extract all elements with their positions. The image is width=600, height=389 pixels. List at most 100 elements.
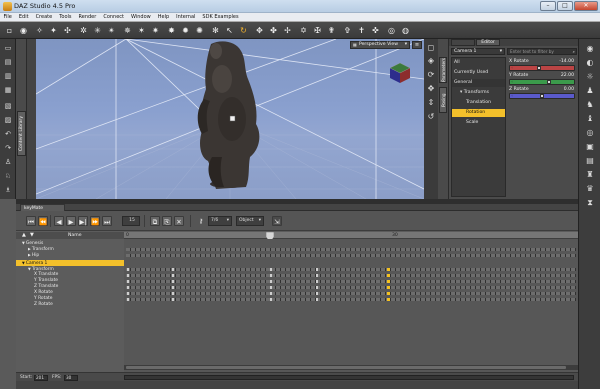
lock-icon[interactable]: ◦	[511, 79, 513, 84]
pin-tool-icon[interactable]: ✟	[326, 25, 337, 36]
lights-icon[interactable]: ☼	[584, 71, 596, 82]
param-slider[interactable]: ◦	[509, 79, 575, 85]
rotate-tool-icon[interactable]: ↻	[238, 25, 249, 36]
menu-internal[interactable]: Internal	[173, 13, 199, 21]
keyframe[interactable]	[172, 268, 174, 271]
geometry-editor-icon[interactable]: ✵	[122, 25, 133, 36]
node-weight-icon[interactable]: ✝	[356, 25, 367, 36]
track-row-camera-y-rotate[interactable]	[126, 292, 576, 295]
selected-keyframe[interactable]	[387, 280, 390, 283]
undo-icon[interactable]: ↶	[2, 129, 14, 140]
scene-icon[interactable]: ▣	[584, 141, 596, 152]
track-row-camera-z-translate[interactable]	[126, 280, 576, 283]
editor-tab[interactable]: Editor	[476, 39, 500, 46]
slider-knob[interactable]	[547, 80, 552, 84]
keyframe[interactable]	[172, 274, 174, 277]
keyframe[interactable]	[172, 280, 174, 283]
minimize-button[interactable]: –	[540, 1, 556, 11]
go-to-start-icon[interactable]: ⏮	[26, 216, 36, 226]
redo-icon[interactable]: ↷	[2, 143, 14, 154]
viewport[interactable]: ▦ Perspective View ▾ ≡	[36, 39, 424, 199]
dopesheet-tracks[interactable]	[124, 239, 578, 372]
keyframe[interactable]	[127, 286, 129, 289]
primitive-icon[interactable]: ♘	[2, 171, 14, 182]
selection-handle[interactable]	[229, 115, 236, 122]
menu-render[interactable]: Render	[75, 13, 100, 21]
content-library-tab[interactable]: Content Library	[17, 111, 26, 156]
keyframe[interactable]	[270, 286, 272, 289]
surfaces-icon[interactable]: ◐	[584, 57, 596, 68]
keymate-tab[interactable]: keyMate	[20, 204, 65, 211]
parameters-tab[interactable]: Parameters	[439, 57, 447, 83]
view-cube[interactable]	[388, 61, 412, 85]
category-item[interactable]: General	[452, 79, 505, 87]
delete-key-icon[interactable]: ✕	[174, 216, 184, 226]
joint-editor-icon[interactable]: ✣	[62, 25, 73, 36]
selected-keyframe[interactable]	[387, 274, 390, 277]
new-file-icon[interactable]: ▭	[2, 43, 14, 54]
keyframe[interactable]	[270, 280, 272, 283]
keyframe[interactable]	[270, 268, 272, 271]
expand-down-icon[interactable]: ▼	[30, 232, 34, 238]
camera-tool-icon[interactable]: ✻	[210, 25, 221, 36]
properties-icon[interactable]: ◉	[584, 43, 596, 54]
param-slider[interactable]: ◦	[509, 93, 575, 99]
keyframe[interactable]	[270, 298, 272, 301]
copy-key-icon[interactable]: ⧉	[150, 216, 160, 226]
filter-search-input[interactable]: Enter text to filter by ⌕	[507, 48, 577, 55]
keyframe[interactable]	[172, 292, 174, 295]
view-select[interactable]: ▦ Perspective View ▾	[350, 41, 410, 49]
export-icon[interactable]: ▨	[2, 115, 14, 126]
param-value[interactable]: 0.00	[564, 87, 574, 92]
camera-icon[interactable]: ◍	[400, 25, 411, 36]
bone-icon[interactable]: ♗	[2, 185, 14, 196]
keyframe[interactable]	[127, 274, 129, 277]
spot-light-icon[interactable]: ✜	[370, 25, 381, 36]
uv-icon[interactable]: ▤	[584, 155, 596, 166]
node-tool-icon[interactable]: ✲	[78, 25, 89, 36]
keyframe[interactable]	[316, 280, 318, 283]
track-row-camera-y-translate[interactable]	[126, 274, 576, 277]
surface-tool-icon[interactable]: ✢	[282, 25, 293, 36]
timeline-ruler[interactable]: 0 30	[124, 232, 578, 242]
previous-key-icon[interactable]: ⏪	[38, 216, 48, 226]
open-folder-icon[interactable]: ▤	[2, 57, 14, 68]
morph-tool-icon[interactable]: ✶	[136, 25, 147, 36]
camera-select[interactable]: Camera 1 ▾	[451, 48, 505, 55]
menu-window[interactable]: Window	[128, 13, 155, 21]
param-value[interactable]: -14.00	[559, 59, 574, 64]
maximize-button[interactable]: □	[557, 1, 573, 11]
orbit-icon[interactable]: ⟳	[425, 69, 437, 80]
posing-icon[interactable]: ♞	[584, 99, 596, 110]
category-item[interactable]: Rotation	[452, 109, 505, 117]
viewport-options-button[interactable]: ≡	[412, 41, 422, 49]
render-settings-icon[interactable]: ◎	[584, 127, 596, 138]
import-icon[interactable]: ▦	[2, 85, 14, 96]
category-item[interactable]: Translation	[452, 99, 505, 107]
range-select[interactable]: 7/6 ▾	[208, 216, 232, 226]
track-row-camera-x-rotate[interactable]	[126, 286, 576, 289]
posing-tab[interactable]: Posing	[439, 87, 447, 113]
key-icon[interactable]: ⚷	[196, 216, 206, 226]
menu-sdk-examples[interactable]: SDK Examples	[199, 13, 242, 21]
previous-frame-icon[interactable]: ◀	[54, 216, 64, 226]
surface-selection-icon[interactable]: ✷	[150, 25, 161, 36]
close-button[interactable]: ✕	[574, 1, 598, 11]
keyframe[interactable]	[316, 268, 318, 271]
param-slider[interactable]: ◦	[509, 65, 575, 71]
menu-file[interactable]: File	[0, 13, 15, 21]
filter-icon[interactable]: ⇲	[272, 216, 282, 226]
selected-keyframe[interactable]	[387, 292, 390, 295]
keyframe[interactable]	[127, 298, 129, 301]
keyframe[interactable]	[270, 292, 272, 295]
category-item[interactable]: All	[452, 59, 505, 67]
spot-render-icon[interactable]: ✤	[268, 25, 279, 36]
menu-help[interactable]: Help	[154, 13, 172, 21]
param-value[interactable]: 22.00	[561, 73, 574, 78]
keyframe[interactable]	[172, 286, 174, 289]
keyframe[interactable]	[127, 292, 129, 295]
keyframe[interactable]	[316, 298, 318, 301]
keyframe[interactable]	[172, 298, 174, 301]
universal-tool-icon[interactable]: ✥	[254, 25, 265, 36]
transform-tool-icon[interactable]: ✸	[166, 25, 177, 36]
